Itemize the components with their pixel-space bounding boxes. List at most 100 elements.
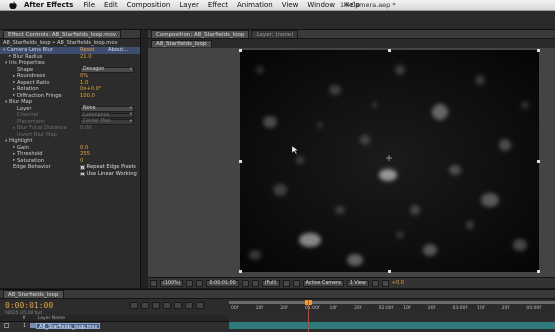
blur-radius-label: Blur Radius [13,53,43,60]
ruler-tick-label: 03:00f [452,306,468,311]
starfield-bokeh-image [240,50,539,272]
mask-icon[interactable] [196,279,204,287]
menu-composition[interactable]: Composition [127,1,171,9]
checkmark-icon: ✓ [80,165,85,170]
region-of-interest-icon[interactable] [282,279,290,287]
frame-blending-icon[interactable] [174,302,182,309]
document-title: 14-Camera.aep * [340,1,396,9]
layer-name-column-header[interactable]: Layer Name [38,316,65,321]
motion-blur-icon[interactable] [185,302,193,309]
ruler-tick-label: 10f [329,306,337,311]
resolution-dropdown[interactable]: (Full) [261,279,280,287]
menu-animation[interactable]: Animation [237,1,273,9]
aspect-ratio-value[interactable]: 1.0 [80,80,88,86]
eye-icon[interactable] [4,323,9,328]
resize-handle-icon[interactable] [239,270,242,273]
exposure-value[interactable]: +0.0 [392,280,404,286]
roundness-value[interactable]: 0% [80,73,88,79]
composition-footer: (100%) 0:00:01:00 (Full) Active Camera 1… [148,277,555,288]
ruler-tick-label: 10f [255,306,263,311]
grid-icon[interactable] [186,279,194,287]
resize-handle-icon[interactable] [388,270,391,273]
menu-edit[interactable]: Edit [104,1,118,9]
timecode-display[interactable]: 0:00:01:00 [206,279,239,287]
preview-toggle-icon[interactable] [150,279,157,287]
saturation-value[interactable]: 0 [80,158,83,164]
composition-subtabs: A8_Starfields_loop [148,39,555,48]
ruler-tick-label: 20f [354,306,362,311]
linear-working-row: ✓ Use Linear Working [0,171,140,178]
current-time-display[interactable]: 0:00:01:00 [5,301,53,310]
effect-controls-tabbar: Effect Controls: A8_Starfields_loop.mov [0,30,140,39]
channel-dropdown: Luminance [80,112,134,118]
ruler-tick-label: 20f [280,306,288,311]
layer-row[interactable]: 1 A8_Starfields_loop.mov [0,322,229,330]
ruler-tick-label: 02:00f [378,306,394,311]
resize-handle-icon[interactable] [537,270,540,273]
draft-3d-icon[interactable] [152,302,160,309]
about-link[interactable]: About... [108,47,128,53]
comp-subtab[interactable]: A8_Starfields_loop [151,40,212,47]
ruler-tick-label: 10f [403,306,411,311]
fast-preview-icon[interactable] [381,279,389,287]
gain-value[interactable]: 0.0 [80,145,88,151]
ruler-tick-label: 10f [477,306,485,311]
camera-dropdown[interactable]: Active Camera [302,279,344,287]
menu-file[interactable]: File [83,1,95,9]
composition-viewer[interactable] [240,50,539,272]
reset-link[interactable]: Reset [80,47,95,53]
work-area-bar[interactable] [229,301,555,304]
linear-working-checkbox[interactable]: ✓ Use Linear Working [80,171,137,177]
placement-dropdown: Center Map [80,119,134,125]
resize-handle-icon[interactable] [239,49,242,52]
shape-dropdown[interactable]: Decagon [80,67,134,73]
apple-icon[interactable] [8,1,18,10]
diffraction-value[interactable]: 100.0 [80,93,95,99]
zoom-dropdown[interactable]: (100%) [160,279,184,287]
channel-icon[interactable] [251,279,259,287]
ruler-tick-label: 20f [501,306,510,311]
app-menu[interactable]: After Effects [24,1,73,9]
comp-mini-flowchart-icon[interactable] [141,302,149,309]
camera-snapshot-icon[interactable] [241,279,249,287]
resize-handle-icon[interactable] [239,160,242,163]
menu-effect[interactable]: Effect [208,1,228,9]
source-column-header: # [22,315,26,321]
transparency-grid-icon[interactable] [292,279,300,287]
effect-name: Camera Lens Blur [7,47,54,54]
graph-editor-icon[interactable] [196,302,204,309]
view-layout-dropdown[interactable]: 1 View [346,279,369,287]
timeline-tabbar: A8_Starfields_loop [0,290,555,299]
blur-focal-value: 0.00 [80,125,92,132]
shy-icon[interactable] [163,302,171,309]
search-icon[interactable] [130,302,138,309]
menu-view[interactable]: View [282,1,299,9]
ruler-tick-label: 04:00f [526,306,541,311]
layer-duration-bar[interactable] [229,322,555,329]
blur-radius-value[interactable]: 21.0 [80,54,92,60]
tab-layer[interactable]: Layer: (none) [251,30,299,38]
threshold-value[interactable]: 255 [80,151,90,157]
effect-controls-panel: Effect Controls: A8_Starfields_loop.mov … [0,30,141,288]
tab-composition[interactable]: Composition: A8_Starfields_loop [151,30,250,38]
ruler-tick-label: 01:00f [304,306,320,311]
resize-handle-icon[interactable] [537,49,540,52]
tab-effect-controls[interactable]: Effect Controls: A8_Starfields_loop.mov [3,30,122,38]
menu-bar: After Effects File Edit Composition Laye… [0,0,555,11]
playhead[interactable] [308,300,309,332]
layer-dropdown[interactable]: None [80,106,134,112]
menu-window[interactable]: Window [307,1,335,9]
resize-handle-icon[interactable] [388,49,391,52]
layer-name[interactable]: A8_Starfields_loop.mov [36,322,101,330]
toggle-pixel-aspect-icon[interactable] [371,279,379,287]
composition-panel: Composition: A8_Starfields_loop Layer: (… [148,30,555,288]
panel-divider[interactable] [141,30,148,288]
rotation-value[interactable]: 0x+0.0° [80,86,102,92]
repeat-edge-checkbox[interactable]: ✓ Repeat Edge Pixels [80,164,136,170]
menu-layer[interactable]: Layer [179,1,199,9]
timeline-column-header: # Layer Name [0,315,229,322]
composition-tabbar: Composition: A8_Starfields_loop Layer: (… [148,30,555,39]
tab-timeline-comp[interactable]: A8_Starfields_loop [3,290,64,298]
layer-index: 1 [23,322,27,329]
resize-handle-icon[interactable] [537,160,540,163]
